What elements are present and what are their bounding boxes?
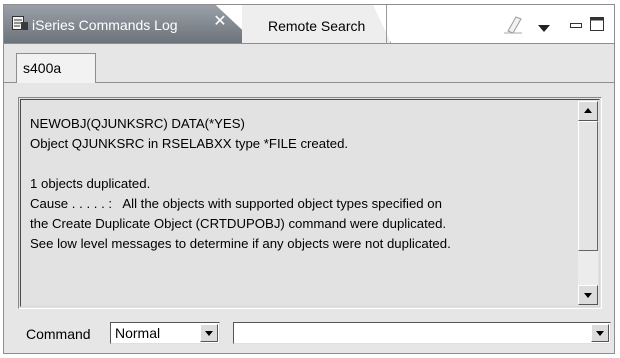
scroll-thumb[interactable] <box>578 121 598 251</box>
close-icon[interactable]: ✕ <box>212 14 228 30</box>
log-view-icon <box>12 16 29 31</box>
log-line: Cause . . . . . : All the objects with s… <box>30 196 442 211</box>
view-menu-icon[interactable] <box>538 21 550 36</box>
dropdown-button[interactable] <box>591 324 609 342</box>
scroll-down-button[interactable] <box>578 285 598 305</box>
log-text: NEWOBJ(QJUNKSRC) DATA(*YES) Object QJUNK… <box>30 114 570 254</box>
tab-label: iSeries Commands Log <box>32 17 178 33</box>
tab-label: Remote Search <box>268 18 366 34</box>
log-line: 1 objects duplicated. <box>30 176 151 191</box>
log-line: Object QJUNKSRC in RSELABXX type *FILE c… <box>30 136 349 151</box>
clear-log-icon[interactable] <box>502 15 524 38</box>
chevron-down-icon <box>205 331 213 336</box>
minimize-icon[interactable] <box>570 17 582 32</box>
inner-tab-baseline <box>96 82 614 83</box>
arrow-up-icon <box>584 108 592 113</box>
log-output-area[interactable]: NEWOBJ(QJUNKSRC) DATA(*YES) Object QJUNK… <box>18 97 602 309</box>
tab-s400a[interactable]: s400a <box>16 53 96 83</box>
view-toolbar <box>500 15 610 35</box>
command-mode-select[interactable]: Normal <box>110 322 220 344</box>
log-line: NEWOBJ(QJUNKSRC) DATA(*YES) <box>30 116 245 131</box>
arrow-down-icon <box>584 293 592 298</box>
command-label: Command <box>26 326 91 342</box>
scroll-up-button[interactable] <box>578 101 598 121</box>
log-output-border: NEWOBJ(QJUNKSRC) DATA(*YES) Object QJUNK… <box>20 99 600 307</box>
chevron-down-icon <box>596 331 604 336</box>
view-tab-strip: iSeries Commands Log ✕ Remote Search <box>4 5 614 44</box>
inner-tab-baseline <box>4 82 16 83</box>
commands-log-view: iSeries Commands Log ✕ Remote Search s40… <box>3 4 615 354</box>
command-input[interactable] <box>233 322 611 344</box>
inner-tab-label: s400a <box>23 60 62 76</box>
vertical-scrollbar[interactable] <box>578 101 598 305</box>
log-line: See low level messages to determine if a… <box>30 236 451 251</box>
dropdown-button[interactable] <box>200 324 218 342</box>
log-line: the Create Duplicate Object (CRTDUPOBJ) … <box>30 216 447 231</box>
maximize-icon[interactable] <box>590 17 604 34</box>
tab-separator <box>386 5 387 43</box>
command-mode-value: Normal <box>115 325 161 341</box>
